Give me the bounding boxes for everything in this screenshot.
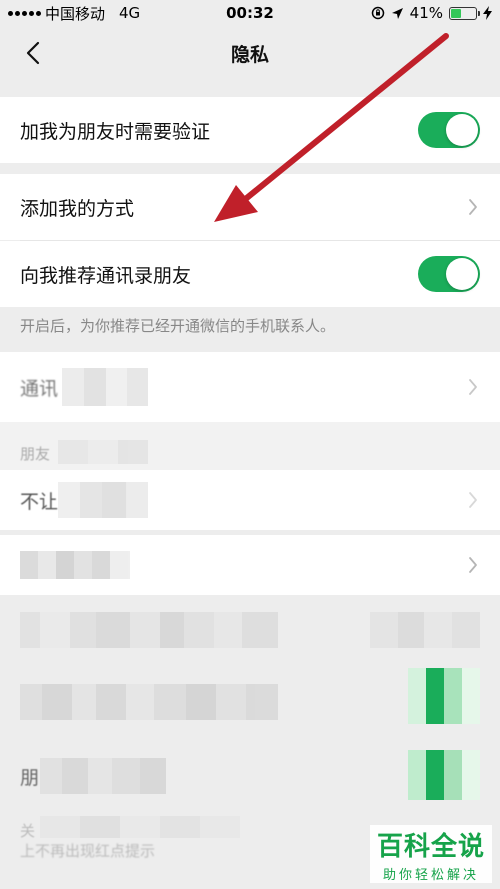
mosaic-block [40,816,240,838]
mosaic-block [20,684,278,720]
mosaic-block [370,612,480,648]
add-methods-row[interactable]: 添加我的方式 [0,174,500,240]
moments-row-1-label: 不让 [20,490,59,513]
mosaic-block [20,612,278,648]
moments-row-3-label: 朋 [20,767,40,789]
recommend-contacts-toggle[interactable] [418,256,480,292]
add-methods-label: 添加我的方式 [20,197,135,220]
watermark-subtitle: 助你轻松解决 [382,867,479,883]
verify-label: 加我为朋友时需要验证 [20,120,211,143]
mosaic-block [58,482,148,518]
toggle-mosaic[interactable] [408,750,480,800]
battery-icon [449,6,480,20]
chevron-right-icon [466,197,480,217]
moments-row-2[interactable] [0,535,500,595]
watermark-logo: 百科全说 助你轻松解决 [370,825,492,883]
nav-bar: 隐私 [0,26,500,80]
moments-section-label: 朋友 [20,445,51,463]
rotation-lock-icon [371,6,384,20]
mosaic-block [40,758,166,794]
recommend-contacts-label: 向我推荐通讯录朋友 [20,264,192,287]
status-bar: 中国移动 4G 00:32 41% [0,0,500,26]
toggle-mosaic[interactable] [408,668,480,724]
recommend-hint: 开启后，为你推荐已经开通微信的手机联系人。 [20,317,336,335]
chevron-left-icon [26,41,40,65]
page-title: 隐私 [230,43,269,66]
mosaic-block [62,368,148,406]
verify-toggle[interactable] [418,112,480,148]
bottom-hint-1: 关 [20,822,36,840]
charging-icon [483,6,492,20]
verify-row[interactable]: 加我为朋友时需要验证 [0,97,500,163]
chevron-right-icon [466,555,480,575]
mosaic-block [58,440,148,464]
chevron-right-icon [466,377,480,397]
watermark-title: 百科全说 [376,831,485,862]
chevron-right-icon [466,490,480,510]
location-icon [391,7,403,19]
bottom-hint-2: 上不再出现红点提示 [20,842,156,860]
moments-row-1[interactable]: 不让 [0,470,500,530]
blacklist-row[interactable]: 通讯 [0,352,500,422]
recommend-contacts-row[interactable]: 向我推荐通讯录朋友 [0,241,500,307]
mosaic-block [20,551,130,579]
back-button[interactable] [16,36,50,70]
battery-percent: 41% [409,4,443,22]
status-right: 41% [371,4,492,22]
blacklist-label: 通讯 [20,377,59,400]
